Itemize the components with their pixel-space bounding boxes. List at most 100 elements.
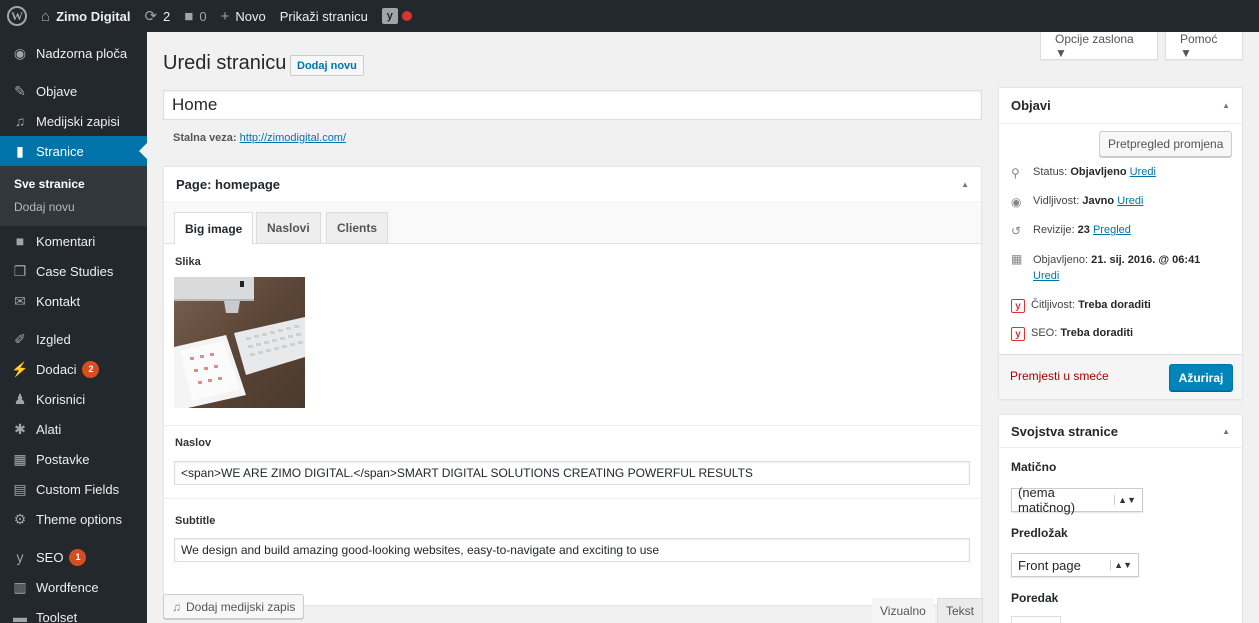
seo-label: SEO: [1031, 327, 1058, 339]
plugins-update-badge: 2 [82, 360, 100, 378]
edit-status-link[interactable]: Uredi [1130, 166, 1156, 178]
page-attributes-header[interactable]: Svojstva stranice ▲ [999, 415, 1242, 448]
post-title-input[interactable]: Home [163, 90, 982, 120]
publish-title: Objavi [1011, 98, 1051, 113]
sidebar-item-label: Kontakt [36, 293, 81, 309]
permalink-link[interactable]: http://zimodigital.com/ [240, 132, 346, 144]
view-page-link[interactable]: Prikaži stranicu [273, 0, 375, 32]
collapse-arrow-icon[interactable]: ▲ [1222, 427, 1230, 436]
toolset-icon: ▬ [13, 609, 27, 623]
yoast-seo-menu[interactable]: y [375, 0, 419, 32]
tools-icon: ✱ [14, 420, 26, 437]
sidebar-item-label: Case Studies [36, 263, 114, 279]
naslov-input[interactable]: <span>WE ARE ZIMO DIGITAL.</span>SMART D… [174, 461, 970, 485]
sidebar-item-contact[interactable]: ✉ Kontakt [0, 286, 147, 316]
sidebar-item-posts[interactable]: ✎ Objave [0, 76, 147, 106]
yoast-icon: y [16, 549, 24, 565]
add-new-page-button[interactable]: Dodaj novu [290, 55, 364, 76]
yoast-seo-icon: y [1011, 327, 1025, 341]
admin-bar: W ⌂ Zimo Digital ⟳ 2 ■ 0 + Novo Prikaži … [0, 0, 1259, 32]
sidebar-item-dashboard[interactable]: ◉ Nadzorna ploča [0, 38, 147, 68]
sidebar-item-pages[interactable]: ▮ Stranice [0, 136, 147, 166]
parent-select[interactable]: (nema matičnog) ▲▼ [1011, 485, 1143, 515]
tab-text[interactable]: Tekst [937, 598, 984, 623]
sidebar-item-wordfence[interactable]: ▥ Wordfence [0, 572, 147, 602]
visibility-label: Vidljivost: [1033, 195, 1080, 207]
page-attributes-title: Svojstva stranice [1011, 423, 1118, 439]
permalink-label: Stalna veza: [173, 132, 237, 144]
wp-logo-menu[interactable]: W [0, 0, 34, 32]
status-label: Status: [1033, 166, 1068, 178]
sidebar-item-label: Objave [36, 83, 78, 99]
browse-revisions-link[interactable]: Pregled [1093, 224, 1131, 236]
image-field-label: Slika [175, 256, 201, 268]
sidebar-item-appearance[interactable]: ✐ Izgled [0, 324, 147, 354]
yoast-readability-icon: y [1011, 299, 1025, 313]
sidebar-item-label: Alati [36, 421, 62, 437]
edit-visibility-link[interactable]: Uredi [1117, 195, 1143, 207]
edit-date-link[interactable]: Uredi [1033, 270, 1059, 282]
sidebar-item-case-studies[interactable]: ❐ Case Studies [0, 256, 147, 286]
tab-big-image[interactable]: Big image [174, 212, 254, 245]
help-button[interactable]: Pomoć ▼ [1165, 32, 1243, 60]
publish-box-header[interactable]: Objavi ▲ [999, 88, 1242, 124]
chevron-down-icon: ▲▼ [1110, 560, 1132, 570]
sidebar-item-label: Medijski zapisi [36, 113, 120, 129]
sidebar-item-theme-options[interactable]: ⚙ Theme options [0, 504, 147, 534]
sidebar-item-custom-fields[interactable]: ▤ Custom Fields [0, 474, 147, 504]
template-label: Predložak [1011, 526, 1068, 540]
acf-box-header[interactable]: Page: homepage ▲ [164, 167, 981, 203]
new-label: Novo [235, 8, 266, 24]
template-value: Front page [1018, 557, 1081, 573]
sidebar-item-label: Nadzorna ploča [36, 45, 128, 61]
sidebar-item-users[interactable]: ♟ Korisnici [0, 384, 147, 414]
sidebar-item-comments[interactable]: ■ Komentari [0, 226, 147, 256]
move-to-trash-link[interactable]: Premjesti u smeće [1010, 369, 1109, 383]
updates-menu[interactable]: ⟳ 2 [137, 0, 177, 32]
preview-changes-button[interactable]: Pretpregled promjena [1099, 131, 1233, 157]
submenu-add-new[interactable]: Dodaj novu [0, 195, 147, 218]
sidebar-item-media[interactable]: ♫ Medijski zapisi [0, 106, 147, 136]
parent-label: Matično [1011, 460, 1057, 474]
template-select[interactable]: Front page ▲▼ [1011, 553, 1139, 577]
add-media-button[interactable]: ♫ Dodaj medijski zapis [163, 594, 305, 619]
sidebar-item-seo[interactable]: y SEO 1 [0, 542, 147, 572]
published-value: 21. sij. 2016. @ 06:41 [1091, 254, 1201, 266]
sidebar-item-settings[interactable]: ▦ Postavke [0, 444, 147, 474]
readability-label: Čitljivost: [1031, 299, 1076, 311]
settings-icon: ▦ [13, 450, 27, 467]
sidebar-item-label: Postavke [36, 451, 90, 467]
case-studies-icon: ❐ [13, 262, 27, 279]
pages-icon: ▮ [16, 142, 24, 159]
sidebar-item-toolset[interactable]: ▬ Toolset [0, 602, 147, 623]
submenu-all-pages[interactable]: Sve stranice [0, 172, 147, 195]
collapse-arrow-icon[interactable]: ▲ [1222, 101, 1230, 110]
sidebar-item-label: Komentari [36, 233, 96, 249]
comment-icon: ■ [184, 7, 194, 25]
acf-tabs: Big image Naslovi Clients [164, 204, 981, 245]
seo-notification-badge: 1 [69, 548, 87, 566]
comments-menu[interactable]: ■ 0 [177, 0, 213, 32]
yoast-icon: y [381, 8, 398, 24]
tab-clients[interactable]: Clients [326, 212, 389, 244]
tab-naslovi[interactable]: Naslovi [256, 212, 321, 244]
big-image-preview[interactable] [174, 277, 305, 408]
update-button[interactable]: Ažuriraj [1169, 364, 1233, 391]
screen-options-button[interactable]: Opcije zaslona ▼ [1040, 32, 1158, 60]
add-media-label: Dodaj medijski zapis [186, 599, 296, 614]
wordpress-logo-icon: W [7, 6, 27, 26]
subtitle-input[interactable]: We design and build amazing good-looking… [174, 538, 970, 562]
major-publishing-actions: Premjesti u smeće Ažuriraj [999, 354, 1242, 399]
collapse-arrow-icon[interactable]: ▲ [961, 180, 969, 189]
tab-visual[interactable]: Vizualno [872, 598, 934, 623]
sidebar-item-tools[interactable]: ✱ Alati [0, 414, 147, 444]
publish-box: Objavi ▲ Pretpregled promjena ⚲ Status: … [998, 87, 1243, 400]
sidebar-item-plugins[interactable]: ⚡ Dodaci 2 [0, 354, 147, 384]
published-date-row: ▦ Objavljeno: 21. sij. 2016. @ 06:41 Ured… [1011, 252, 1236, 284]
visibility-row: ◉ Vidljivost: Javno Uredi [1011, 195, 1143, 209]
order-input[interactable] [1011, 616, 1061, 623]
comments-count: 0 [199, 8, 207, 24]
new-content-menu[interactable]: + Novo [214, 0, 273, 32]
site-name-menu[interactable]: ⌂ Zimo Digital [34, 0, 137, 32]
sidebar-item-label: Stranice [36, 143, 84, 159]
